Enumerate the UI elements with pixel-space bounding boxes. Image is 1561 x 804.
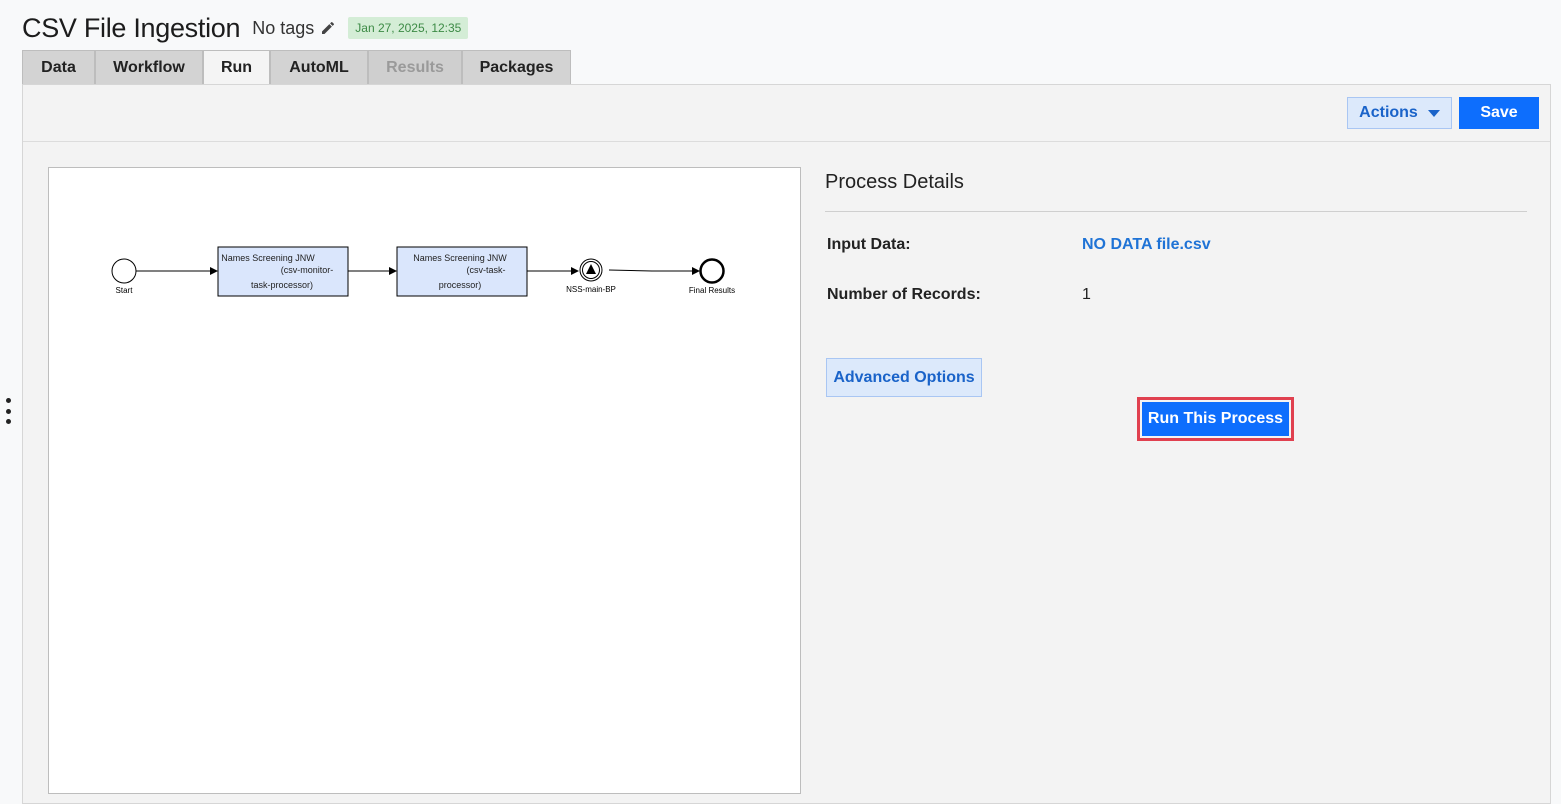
task-csv-processor[interactable]: Names Screening JNW (csv-task- processor… bbox=[396, 246, 528, 297]
tab-run[interactable]: Run bbox=[203, 50, 270, 85]
start-label: Start bbox=[116, 286, 134, 295]
records-value: 1 bbox=[1082, 286, 1091, 303]
run-process-button[interactable]: Run This Process bbox=[1137, 397, 1294, 441]
flow-arrow bbox=[608, 267, 700, 275]
tab-packages[interactable]: Packages bbox=[462, 50, 571, 85]
process-details: Process Details Input Data: NO DATA file… bbox=[825, 167, 1527, 441]
task2-line3: processor) bbox=[439, 280, 482, 290]
workflow-diagram: Start Names Screening JNW (csv-monitor- … bbox=[48, 167, 801, 794]
task2-line2: (csv-task- bbox=[467, 265, 506, 275]
escalation-event[interactable]: NSS-main-BP bbox=[566, 258, 616, 294]
end-event[interactable]: Final Results bbox=[689, 258, 735, 296]
task1-line2: (csv-monitor- bbox=[281, 265, 334, 275]
pencil-icon[interactable] bbox=[320, 20, 336, 36]
page-header: CSV File Ingestion No tags Jan 27, 2025,… bbox=[22, 10, 469, 46]
actions-button[interactable]: Actions bbox=[1347, 97, 1452, 129]
actions-label: Actions bbox=[1359, 104, 1418, 121]
kebab-menu-icon[interactable] bbox=[4, 398, 12, 424]
event-label: NSS-main-BP bbox=[566, 285, 616, 294]
tab-results: Results bbox=[368, 50, 462, 85]
page-title: CSV File Ingestion bbox=[22, 12, 241, 43]
run-process-label: Run This Process bbox=[1142, 402, 1289, 436]
task-monitor-processor[interactable]: Names Screening JNW (csv-monitor- task-p… bbox=[217, 246, 349, 297]
records-label: Number of Records: bbox=[827, 286, 981, 303]
process-details-title: Process Details bbox=[825, 167, 1527, 212]
caret-down-icon bbox=[1427, 109, 1440, 117]
tags-control[interactable]: No tags bbox=[252, 18, 336, 39]
tab-data[interactable]: Data bbox=[22, 50, 95, 85]
end-label: Final Results bbox=[689, 286, 735, 295]
input-data-link[interactable]: NO DATA file.csv bbox=[1082, 236, 1211, 254]
tab-bar: Data Workflow Run AutoML Results Package… bbox=[22, 50, 571, 85]
tab-workflow[interactable]: Workflow bbox=[95, 50, 203, 85]
workflow-diagram-canvas: Start Names Screening JNW (csv-monitor- … bbox=[111, 246, 735, 297]
toolbar: Actions Save bbox=[23, 85, 1550, 142]
task1-line1: Names Screening JNW bbox=[221, 253, 315, 263]
tags-label: No tags bbox=[252, 17, 315, 38]
save-button[interactable]: Save bbox=[1459, 97, 1539, 129]
input-data-label: Input Data: bbox=[827, 236, 911, 253]
tab-automl[interactable]: AutoML bbox=[270, 50, 368, 85]
run-panel: Actions Save Start Names Screening JNW (… bbox=[22, 84, 1551, 804]
date-badge: Jan 27, 2025, 12:35 bbox=[348, 17, 469, 39]
task2-line1: Names Screening JNW bbox=[413, 253, 507, 263]
advanced-options-button[interactable]: Advanced Options bbox=[826, 358, 982, 397]
task1-line3: task-processor) bbox=[251, 280, 313, 290]
start-event[interactable]: Start bbox=[111, 258, 137, 295]
